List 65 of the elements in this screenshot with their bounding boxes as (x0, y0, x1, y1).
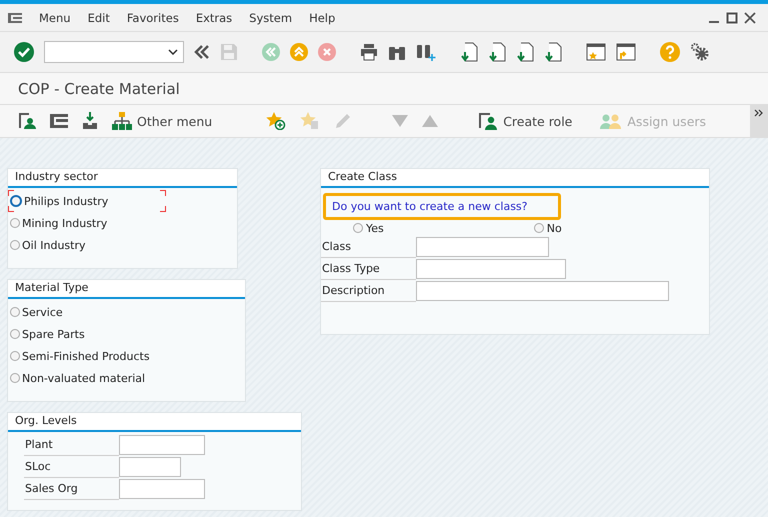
group-title: Industry sector (15, 170, 98, 183)
group-title: Create Class (328, 170, 397, 183)
radio-button[interactable] (10, 351, 20, 361)
pencil-icon[interactable] (334, 112, 352, 130)
input-field[interactable] (119, 479, 205, 499)
hierarchy-icon (112, 112, 132, 130)
menu-item[interactable]: Edit (88, 10, 110, 24)
person-frame-icon (478, 112, 498, 130)
close-icon[interactable] (744, 12, 756, 24)
other-menu-button[interactable]: Other menu (112, 112, 212, 130)
input-field[interactable] (416, 259, 566, 279)
radio-button[interactable] (10, 195, 22, 207)
radio-label: Philips Industry (24, 194, 108, 208)
star-trash-icon[interactable] (300, 112, 320, 130)
menu-item[interactable]: Favorites (126, 10, 179, 24)
help-icon[interactable] (660, 42, 680, 62)
cancel-icon[interactable] (318, 43, 336, 61)
menu-icon[interactable] (8, 12, 22, 22)
menu-item[interactable]: Menu (39, 10, 71, 24)
radio-button[interactable] (10, 240, 20, 250)
create-role-button[interactable]: Create role (478, 112, 572, 130)
menu-item[interactable]: Extras (196, 10, 232, 24)
star-plus-icon[interactable] (266, 112, 286, 130)
input-field[interactable] (119, 457, 181, 477)
input-field[interactable] (416, 237, 549, 257)
radio-label: Service (22, 306, 63, 318)
radio-button[interactable] (10, 307, 20, 317)
radio-label: Yes (366, 222, 384, 234)
question-text: Do you want to create a new class? (323, 193, 561, 220)
download-tray-icon[interactable] (82, 112, 98, 130)
radio-label: Semi-Finished Products (22, 350, 150, 362)
group-title: Material Type (15, 281, 88, 294)
radio-button[interactable] (10, 329, 20, 339)
triangle-up-icon[interactable] (422, 114, 438, 128)
input-field[interactable] (119, 435, 205, 455)
more-icon[interactable] (750, 105, 768, 137)
group-title: Org. Levels (15, 414, 77, 427)
binoculars-plus-icon[interactable] (416, 43, 436, 61)
triangle-down-icon[interactable] (392, 114, 408, 128)
radio-button[interactable] (353, 223, 363, 233)
radio-label: Spare Parts (22, 328, 85, 340)
menu-icon[interactable] (50, 114, 68, 128)
print-icon[interactable] (360, 43, 378, 61)
menu-item[interactable]: Help (309, 10, 336, 24)
input-field[interactable] (416, 281, 669, 301)
back-icon[interactable] (262, 43, 280, 61)
radio-button[interactable] (10, 373, 20, 383)
caret-icon (168, 49, 178, 55)
menu-item[interactable]: System (249, 10, 292, 24)
double-chevron-icon[interactable] (194, 45, 210, 59)
screen-title: COP - Create Material (18, 80, 180, 98)
settings-icon[interactable] (690, 42, 710, 62)
radio-label: Non-valuated material (22, 372, 146, 384)
radio-label: Oil Industry (22, 238, 86, 252)
radio-label: No (546, 222, 562, 234)
maximize-icon[interactable] (726, 12, 738, 24)
radio-button[interactable] (10, 218, 20, 228)
radio-button[interactable] (534, 223, 544, 233)
person-frame-icon[interactable] (18, 112, 36, 130)
up-icon[interactable] (290, 43, 308, 61)
command-field[interactable] (44, 41, 184, 63)
save-icon[interactable] (220, 43, 238, 61)
users-icon (600, 112, 622, 130)
radio-label: Mining Industry (22, 216, 108, 230)
checkmark-icon[interactable] (14, 42, 34, 62)
